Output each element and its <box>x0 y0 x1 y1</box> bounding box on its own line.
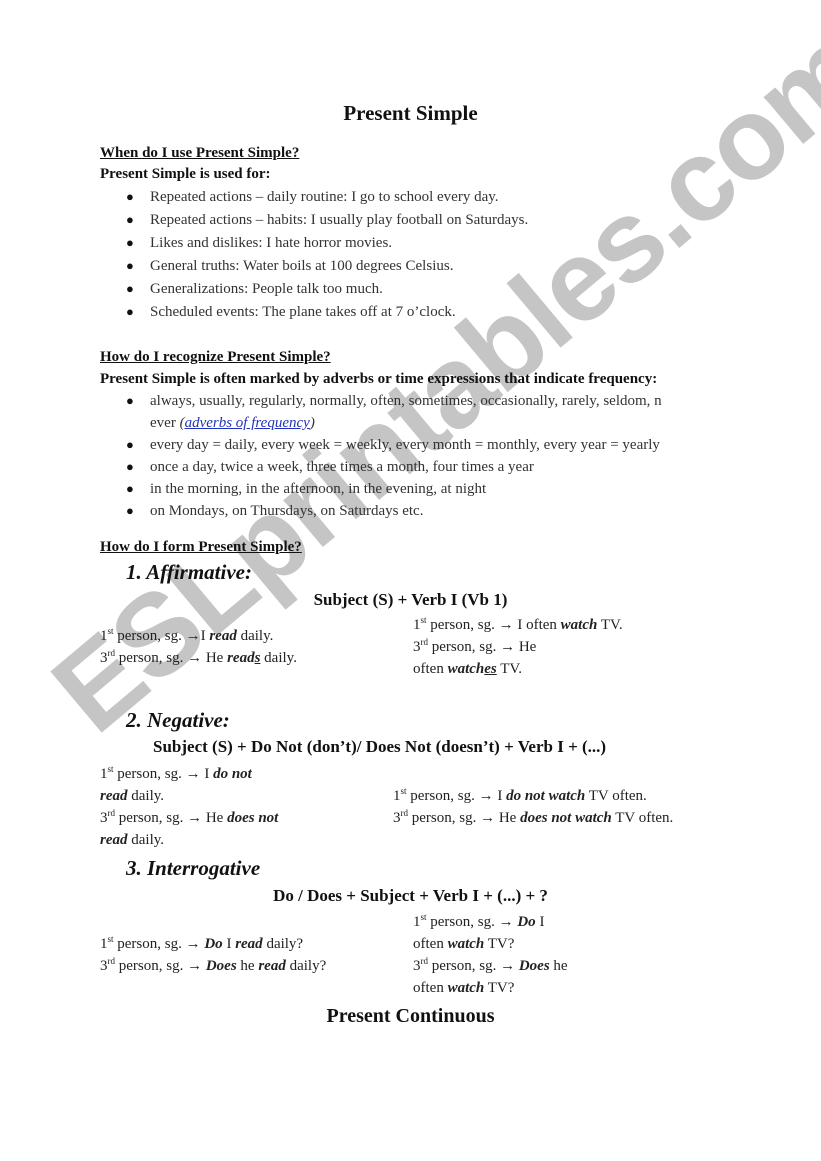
next-section-title: Present Continuous <box>326 1005 495 1027</box>
adverbs-of-frequency-link[interactable]: adverbs of frequency <box>185 415 310 431</box>
heading-recognize: How do I recognize Present Simple? <box>100 349 331 365</box>
negative-example-3rd-left: 3rd person, sg. → He does not <box>100 808 279 827</box>
interrogative-example-3rd-left: 3rd person, sg. → Does he read daily? <box>100 956 327 975</box>
worksheet-page: ESLprintables.com Present Simple When do… <box>0 0 821 1161</box>
affirmative-formula: Subject (S) + Verb I (Vb 1) <box>313 590 508 609</box>
negative-example-1st-right: 1st person, sg. → I do not watch TV ofte… <box>393 786 647 805</box>
bullet-icon: ● <box>126 481 134 496</box>
interrogative-example-1st-right-cont: often watch TV? <box>413 936 515 952</box>
lead-recognize: Present Simple is often marked by adverb… <box>100 371 658 387</box>
interrogative-example-1st-right: 1st person, sg. → Do I <box>413 912 545 931</box>
affirmative-heading: 1. Affirmative: <box>126 560 252 584</box>
lead-used-for: Present Simple is used for: <box>100 166 271 182</box>
affirmative-example-3rd-right: 3rd person, sg. → He <box>413 637 537 656</box>
bullet-icon: ● <box>126 459 134 474</box>
interrogative-example-3rd-right: 3rd person, sg. → Does he <box>413 956 568 975</box>
negative-example-1st-left: 1st person, sg. → I do not <box>100 764 252 783</box>
heading-form: How do I form Present Simple? <box>100 539 302 555</box>
interrogative-example-3rd-right-cont: often watch TV? <box>413 980 515 996</box>
bullet-icon: ● <box>126 258 134 273</box>
bullet-icon: ● <box>126 189 134 204</box>
list-item-continuation: ever (adverbs of frequency) <box>150 415 315 431</box>
interrogative-example-1st-left: 1st person, sg. → Do I read daily? <box>100 934 304 953</box>
interrogative-formula: Do / Does + Subject + Verb I + (...) + ? <box>273 886 548 905</box>
negative-formula: Subject (S) + Do Not (don’t)/ Does Not (… <box>153 737 607 756</box>
bullet-icon: ● <box>126 503 134 518</box>
affirmative-example-1st-right: 1st person, sg. → I often watch TV. <box>413 615 623 634</box>
negative-example-3rd-right: 3rd person, sg. → He does not watch TV o… <box>393 808 674 827</box>
negative-example-1st-left-cont: read daily. <box>100 788 165 804</box>
page-title: Present Simple <box>343 101 478 125</box>
affirmative-example-3rd-right-cont: often watches TV. <box>413 661 523 677</box>
bullet-icon: ● <box>126 304 134 319</box>
bullet-icon: ● <box>126 212 134 227</box>
bullet-icon: ● <box>126 393 134 408</box>
bullet-icon: ● <box>126 281 134 296</box>
bullet-icon: ● <box>126 437 134 452</box>
affirmative-example-3rd-left: 3rd person, sg. → He reads daily. <box>100 648 297 667</box>
heading-when-use: When do I use Present Simple? <box>100 145 300 161</box>
interrogative-heading: 3. Interrogative <box>126 856 261 880</box>
affirmative-example-1st-left: 1st person, sg. →I read daily. <box>100 626 274 645</box>
negative-heading: 2. Negative: <box>126 708 230 732</box>
negative-example-3rd-left-cont: read daily. <box>100 832 165 848</box>
bullet-icon: ● <box>126 235 134 250</box>
